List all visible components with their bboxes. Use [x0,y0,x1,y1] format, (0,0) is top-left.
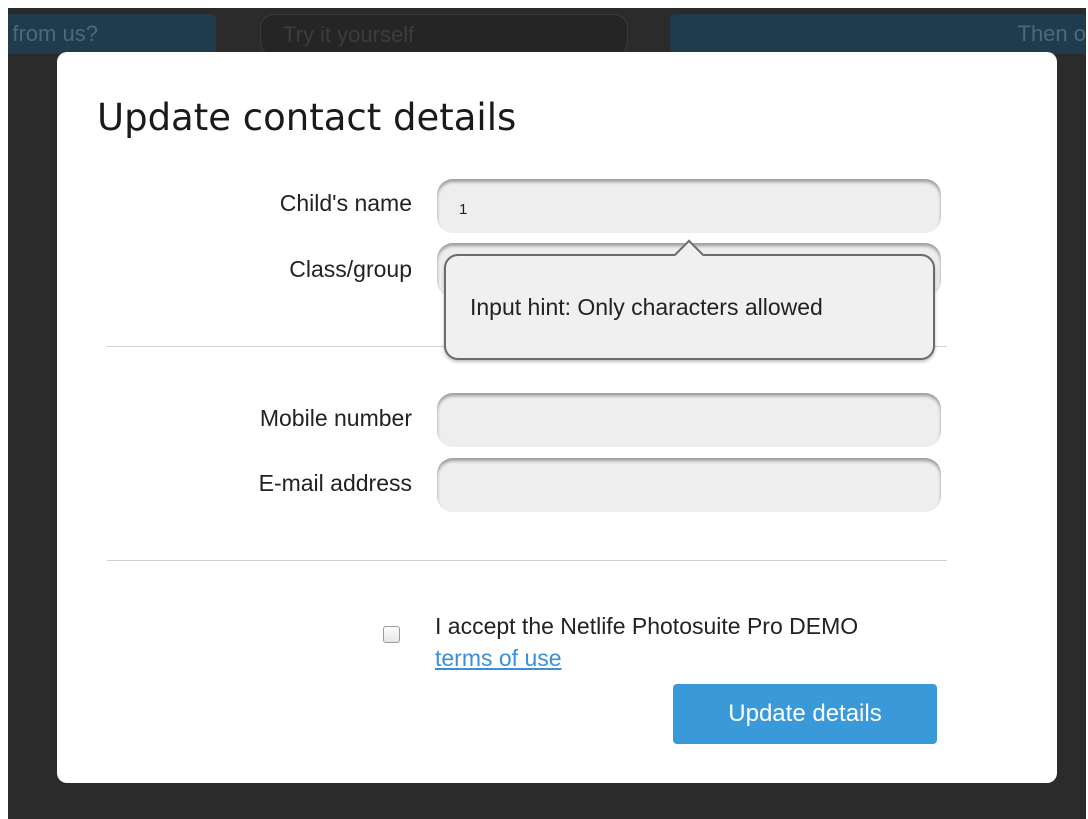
terms-text: I accept the Netlife Photosuite Pro DEMO… [435,610,905,674]
mobile-number-label: Mobile number [259,405,412,431]
terms-label: I accept the Netlife Photosuite Pro DEMO [435,613,859,639]
childs-name-label: Child's name [279,190,412,216]
background-tab-left: e from us? [8,14,216,54]
class-group-label: Class/group [289,256,412,282]
accept-terms-checkbox[interactable] [383,626,400,643]
background-tab-middle: Try it yourself [260,14,628,56]
mobile-number-input[interactable] [437,393,941,447]
update-contact-dialog: Update contact details Child's name Clas… [57,52,1057,783]
email-address-label: E-mail address [258,470,412,496]
background-tab-right: Then o [670,14,1086,54]
childs-name-input[interactable] [437,179,941,233]
tooltip-text: Input hint: Only characters allowed [470,294,823,320]
update-details-button[interactable]: Update details [673,684,937,744]
section-divider [107,560,947,561]
email-address-input[interactable] [437,458,941,512]
input-hint-tooltip: Input hint: Only characters allowed [444,239,935,360]
terms-of-use-link[interactable]: terms of use [435,645,562,671]
dialog-title: Update contact details [97,96,517,139]
